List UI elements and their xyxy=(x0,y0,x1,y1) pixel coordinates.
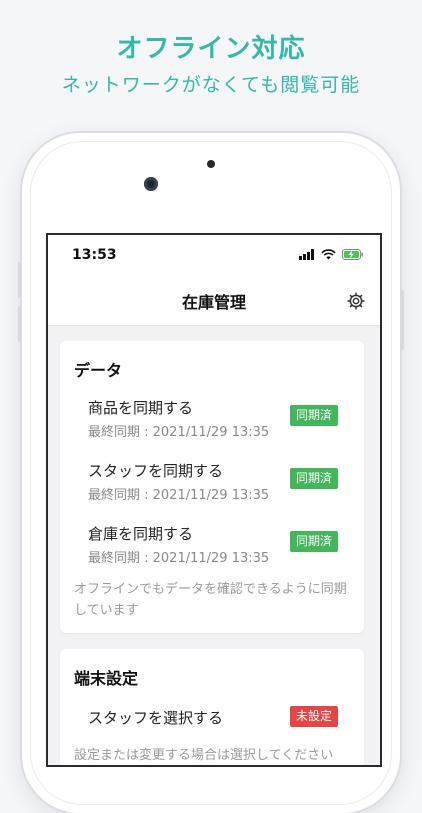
navigation-bar: 在庫管理 xyxy=(48,277,380,326)
status-badge: 同期済 xyxy=(289,468,338,489)
signal-icon xyxy=(299,249,314,260)
phone-side-button xyxy=(18,306,22,342)
status-badge: 未設定 xyxy=(289,706,338,727)
status-bar: 13:53 xyxy=(48,235,380,277)
speaker-dot xyxy=(207,160,215,168)
app-screen: 13:53 在庫管理 データ 商品を同期する 最終同期: 2021/11/29… xyxy=(46,233,382,767)
sync-staff-row[interactable]: スタッフを同期する 最終同期 : 2021/11/29 13:35 同期済 xyxy=(60,460,364,516)
sync-note: オフラインでもデータを確認できるように同期しています xyxy=(74,582,347,618)
wifi-icon xyxy=(321,249,336,260)
sync-warehouse-row[interactable]: 倉庫を同期する 最終同期 : 2021/11/29 13:35 同期済 xyxy=(60,523,364,579)
row-label: 商品を同期する xyxy=(88,399,194,417)
phone-side-button xyxy=(18,262,22,298)
status-badge: 同期済 xyxy=(289,531,338,552)
row-label: 倉庫を同期する xyxy=(88,525,194,543)
gear-icon xyxy=(347,292,365,310)
sync-products-row[interactable]: 商品を同期する 最終同期 : 2021/11/29 13:35 同期済 xyxy=(60,397,364,453)
device-settings-card: 端末設定 スタッフを選択する 未設定 設定または変更する場合は選択してください xyxy=(60,649,364,765)
last-sync-text: 最終同期 : 2021/11/29 13:35 xyxy=(88,551,270,566)
last-sync-text: 最終同期 : 2021/11/29 13:35 xyxy=(88,488,270,503)
row-label: スタッフを選択する xyxy=(88,709,224,727)
data-card: データ 商品を同期する 最終同期 : 2021/11/29 13:35 同期済 … xyxy=(60,341,364,633)
page-title: 在庫管理 xyxy=(181,293,246,312)
settings-button[interactable] xyxy=(346,291,366,311)
section-title-device: 端末設定 xyxy=(74,669,139,688)
phone-side-button xyxy=(400,290,404,350)
promo-title: オフライン対応 xyxy=(116,34,306,64)
camera-lens xyxy=(144,177,158,191)
last-sync-text: 最終同期 : 2021/11/29 13:35 xyxy=(88,425,270,440)
battery-charging-icon xyxy=(342,249,363,260)
row-label: スタッフを同期する xyxy=(88,462,224,480)
status-time: 13:53 xyxy=(72,247,117,263)
status-badge: 同期済 xyxy=(289,405,338,426)
section-title-data: データ xyxy=(74,361,123,380)
select-staff-row[interactable]: スタッフを選択する 未設定 xyxy=(60,706,364,737)
device-note: 設定または変更する場合は選択してください xyxy=(74,748,334,763)
promo-subtitle: ネットワークがなくても閲覧可能 xyxy=(61,74,361,96)
